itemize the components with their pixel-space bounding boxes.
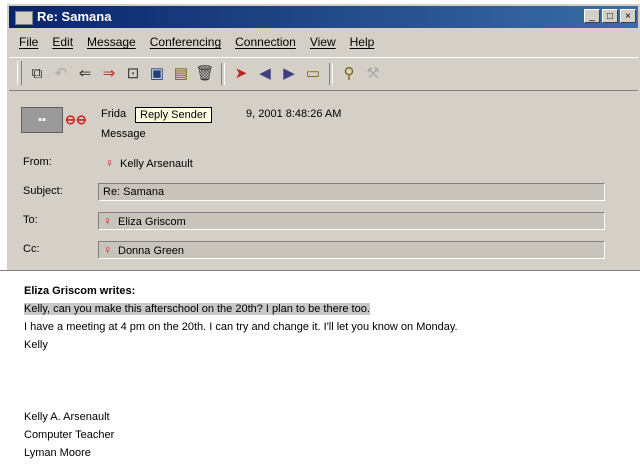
quoted-line: Kelly, can you make this afterschool on …: [24, 303, 370, 315]
reply-icon[interactable]: ↶: [51, 64, 71, 84]
quote-header: Eliza Griscom writes:: [24, 285, 136, 297]
sender-avatar: ▪▪: [21, 107, 63, 133]
signature-school: Lyman Moore: [24, 447, 91, 459]
search-icon[interactable]: ⚲: [339, 64, 359, 84]
toolbar: ⧉ ↶ ⇐ ⇒ ⊡ ▣ ▤ 🗑 ➤ ◀ ▶ ▭ ⚲ ⚒: [9, 57, 638, 91]
signature-title: Computer Teacher: [24, 429, 115, 441]
toolbar-grip[interactable]: [17, 61, 22, 85]
from-name: Kelly Arsenault: [120, 158, 193, 170]
previous-icon[interactable]: ◀: [255, 64, 275, 84]
date-suffix: 9, 2001 8:48:26 AM: [246, 108, 342, 120]
menu-connection[interactable]: Connection: [235, 35, 296, 49]
menu-file[interactable]: File: [19, 35, 38, 49]
print-icon[interactable]: ▤: [171, 64, 191, 84]
message-header: ▪▪ ⊖⊖ Frida 9, 2001 8:48:26 AM Reply Sen…: [9, 93, 638, 261]
flag-icon[interactable]: ➤: [231, 64, 251, 84]
toolbar-separator: [329, 63, 333, 85]
quoted-text: Kelly, can you make this afterschool on …: [24, 303, 370, 315]
date-prefix: Frida: [101, 108, 127, 120]
menu-edit[interactable]: Edit: [52, 35, 73, 49]
message-body[interactable]: Eliza Griscom writes: Kelly, can you mak…: [0, 270, 640, 468]
title-bar[interactable]: Re: Samana _ □ ×: [9, 6, 638, 28]
person-icon: ♀: [103, 243, 112, 257]
subject-field[interactable]: Re: Samana: [98, 183, 605, 201]
cc-field[interactable]: ♀ Donna Green: [98, 241, 605, 259]
folder-icon[interactable]: ▭: [303, 64, 323, 84]
attach-icon[interactable]: ⊡: [123, 64, 143, 84]
maximize-button[interactable]: □: [602, 9, 618, 23]
menu-view[interactable]: View: [310, 35, 336, 49]
menu-help[interactable]: Help: [350, 35, 375, 49]
title-buttons: _ □ ×: [584, 9, 636, 23]
menu-conferencing[interactable]: Conferencing: [150, 35, 221, 49]
new-message-icon[interactable]: ⧉: [27, 64, 47, 84]
menu-bar: File Edit Message Conferencing Connectio…: [9, 32, 638, 52]
toolbar-separator: [221, 63, 225, 85]
next-icon[interactable]: ▶: [279, 64, 299, 84]
person-icon: ♀: [105, 156, 114, 170]
delete-icon[interactable]: 🗑: [195, 64, 215, 84]
from-value[interactable]: ♀ Kelly Arsenault: [105, 156, 193, 170]
menu-message[interactable]: Message: [87, 35, 136, 49]
subject-label: Subject:: [23, 185, 63, 197]
tools-icon[interactable]: ⚒: [363, 64, 383, 84]
to-name: Eliza Griscom: [118, 216, 186, 228]
close-button[interactable]: ×: [620, 9, 636, 23]
from-label: From:: [23, 156, 52, 168]
to-field[interactable]: ♀ Eliza Griscom: [98, 212, 605, 230]
save-icon[interactable]: ▣: [147, 64, 167, 84]
forward-icon[interactable]: ⇒: [99, 64, 119, 84]
reply-sender-icon[interactable]: ⊖⊖: [65, 113, 101, 127]
person-icon: ♀: [103, 214, 112, 228]
reply-sender-tooltip: Reply Sender: [135, 107, 212, 123]
reply-all-icon[interactable]: ⇐: [75, 64, 95, 84]
to-label: To:: [23, 214, 38, 226]
cc-label: Cc:: [23, 243, 40, 255]
minimize-button[interactable]: _: [584, 9, 600, 23]
reply-line: I have a meeting at 4 pm on the 20th. I …: [24, 321, 458, 333]
window-icon: [15, 11, 33, 25]
signature-name: Kelly A. Arsenault: [24, 411, 110, 423]
cc-name: Donna Green: [118, 245, 185, 257]
date-line: Frida 9, 2001 8:48:26 AM: [101, 108, 341, 120]
window-title: Re: Samana: [37, 9, 112, 24]
signoff: Kelly: [24, 339, 48, 351]
message-type: Message: [101, 128, 146, 140]
